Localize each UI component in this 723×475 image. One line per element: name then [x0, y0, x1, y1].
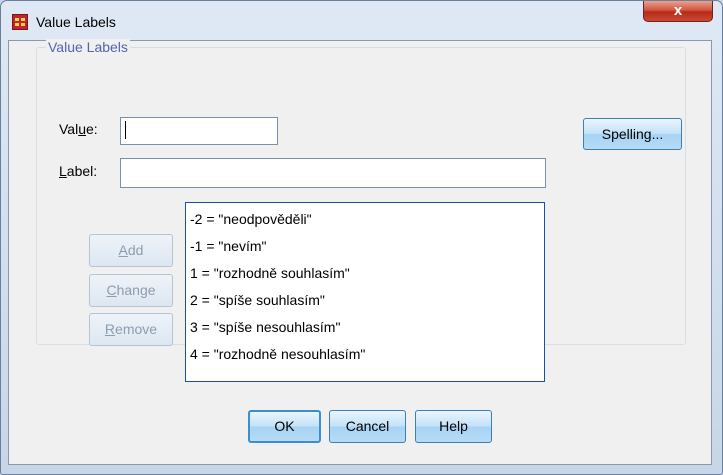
list-item[interactable]: 4 = "rozhodně nesouhlasím" [190, 346, 365, 362]
spss-data-grid-icon [12, 14, 28, 30]
list-item[interactable]: 1 = "rozhodně souhlasím" [190, 265, 350, 281]
list-item[interactable]: -2 = "neodpověděli" [190, 211, 312, 227]
spelling-button[interactable]: Spelling... [583, 118, 682, 150]
close-icon: x [673, 2, 683, 19]
group-legend: Value Labels [46, 39, 130, 55]
label-input[interactable] [120, 158, 546, 188]
add-button[interactable]: Add [89, 234, 173, 267]
change-button[interactable]: Change [89, 274, 173, 307]
label-field-label: Label: [59, 163, 98, 179]
list-item[interactable]: -1 = "nevím" [190, 238, 266, 254]
window-title: Value Labels [36, 14, 116, 30]
value-labels-list[interactable]: -2 = "neodpověděli" -1 = "nevím" 1 = "ro… [185, 202, 545, 382]
help-button[interactable]: Help [415, 410, 492, 443]
list-item[interactable]: 3 = "spíše nesouhlasím" [190, 319, 340, 335]
list-item[interactable]: 2 = "spíše souhlasím" [190, 292, 325, 308]
text-caret [125, 121, 126, 139]
value-input[interactable] [120, 117, 278, 145]
ok-button[interactable]: OK [248, 410, 321, 443]
cancel-button[interactable]: Cancel [329, 410, 406, 443]
value-field-label: Value: [59, 121, 98, 137]
close-button[interactable]: x [643, 1, 713, 22]
title-bar[interactable]: Value Labels x [1, 1, 722, 41]
remove-button[interactable]: Remove [89, 313, 173, 346]
